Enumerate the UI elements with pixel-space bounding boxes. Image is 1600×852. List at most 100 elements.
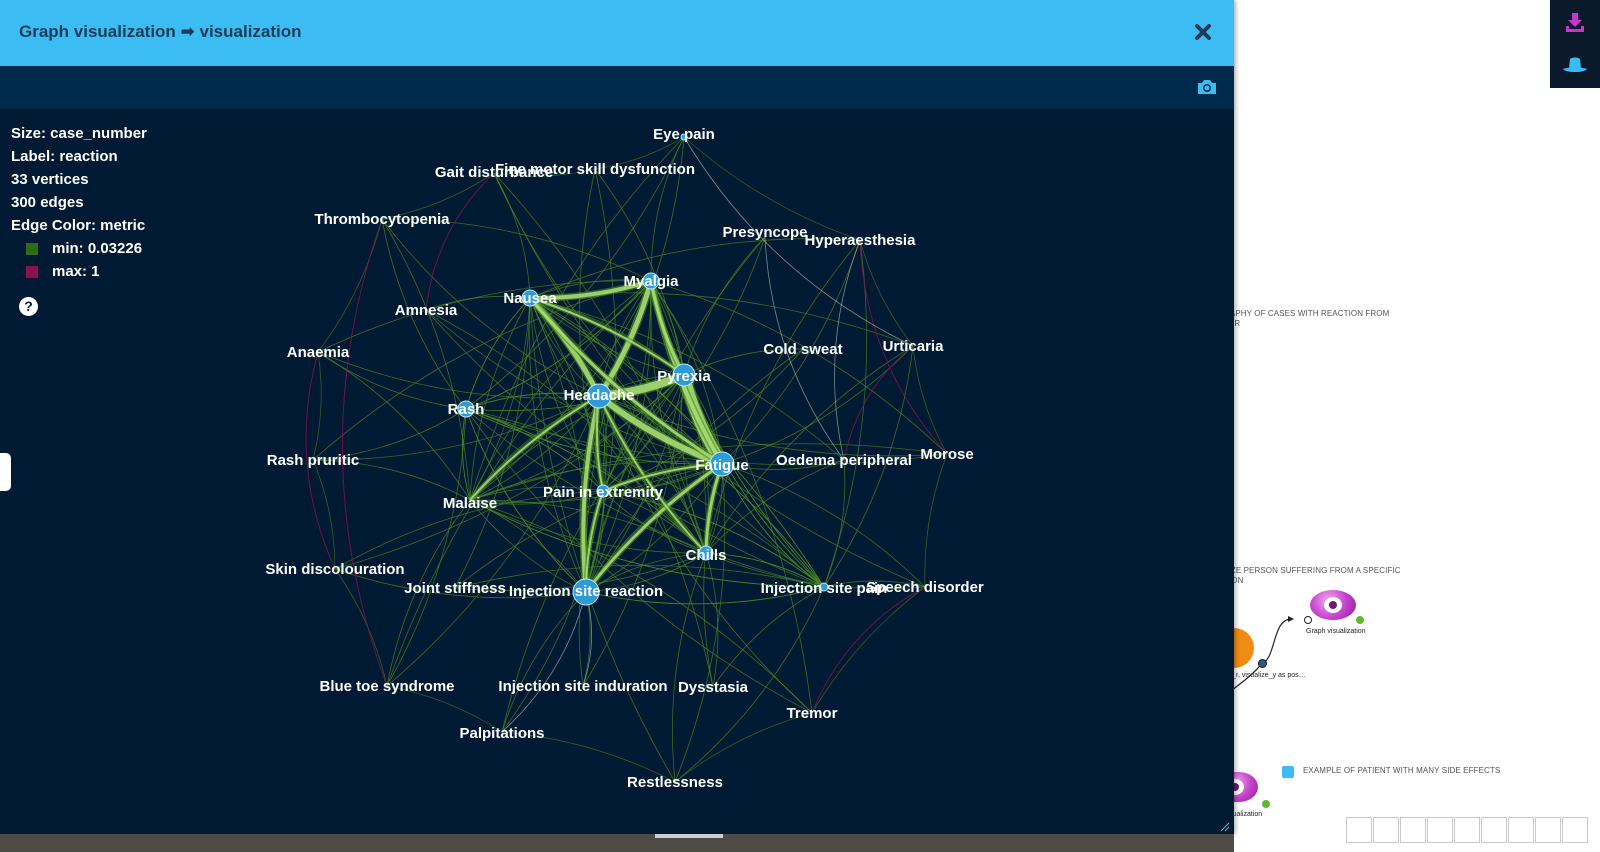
vertex-label[interactable]: Urticaria [883, 338, 945, 355]
graph-edge [317, 351, 471, 501]
legend-max-row: max: 1 [11, 260, 147, 283]
vertex-label[interactable]: Tremor [787, 705, 838, 722]
output-port[interactable] [1262, 800, 1270, 808]
graph-edge [317, 218, 383, 353]
graph-visualization-modal: Graph visualization ➡ visualization Eye … [0, 0, 1234, 834]
graph-canvas[interactable]: Eye pain Fine motor skill dysfunction Gait… [0, 109, 1234, 834]
vertex-label[interactable]: Rash [448, 401, 485, 418]
pager-button[interactable] [1373, 817, 1399, 843]
pager-button[interactable] [1400, 817, 1426, 843]
pager-button[interactable] [1562, 817, 1588, 843]
pager-button[interactable] [1427, 817, 1453, 843]
camera-icon [1198, 80, 1216, 94]
pager-button[interactable] [1481, 817, 1507, 843]
graph-edge [705, 239, 861, 554]
vertex-label[interactable]: Speech disorder [866, 579, 984, 596]
legend: Size: case_number Label: reaction 33 ver… [11, 122, 147, 283]
vertex-label[interactable]: Headache [564, 387, 635, 404]
vertex-label[interactable]: Oedema peripheral [776, 452, 912, 469]
vertex-label[interactable]: Fatigue [695, 457, 748, 474]
eye-pupil [1329, 601, 1337, 609]
workflow-link [1261, 618, 1293, 664]
graph-edge [425, 172, 495, 311]
graph-edge [493, 172, 531, 299]
graph-edge [529, 297, 588, 593]
workflow-note-line: TER [1224, 319, 1389, 329]
vertex-label[interactable]: Joint stiffness [404, 580, 506, 597]
graph-edge [705, 552, 719, 688]
vertex-label[interactable]: Palpitations [459, 725, 544, 742]
pager-button[interactable] [1508, 817, 1534, 843]
legend-edge-color: Edge Color: metric [11, 217, 146, 234]
vertex-label[interactable]: Restlessness [627, 774, 723, 791]
vertex-label[interactable]: Cold sweat [763, 341, 842, 358]
close-icon [1195, 24, 1211, 40]
resize-grip-icon[interactable] [1218, 820, 1230, 832]
graph-edge [823, 239, 868, 588]
graph-edge [650, 136, 685, 282]
vertex-label[interactable]: Amnesia [395, 302, 458, 319]
workflow-note-line: LIZE PERSON SUFFERING FROM A SPECIFIC [1224, 566, 1401, 575]
graph-svg[interactable]: Eye painFine motor skill dysfunctionGait… [0, 109, 1234, 834]
vertex-label[interactable]: Thrombocytopenia [314, 211, 450, 228]
vertex-label[interactable]: Blue toe syndrome [319, 678, 454, 695]
vertex-label[interactable]: Dysstasia [678, 679, 749, 696]
screenshot-button[interactable] [1196, 77, 1218, 97]
modal-header: Graph visualization ➡ visualization [0, 0, 1234, 66]
graph-edge [501, 591, 587, 733]
node-caption: ber_r, visualize_y as pos… [1222, 672, 1306, 679]
vertex-label[interactable]: Injection site induration [498, 678, 667, 695]
graph-edge [469, 499, 587, 593]
footer-handle[interactable] [655, 834, 723, 838]
vertex-label[interactable]: Pyrexia [657, 368, 711, 385]
graph-edge [381, 218, 652, 282]
vertex-label[interactable]: Eye pain [653, 126, 715, 143]
vertex-label[interactable]: Myalgia [623, 273, 679, 290]
hat-icon [1563, 57, 1587, 72]
vertex-label[interactable]: Pain in extremity [543, 484, 664, 501]
arrow-head-icon [1288, 616, 1294, 622]
graph-edge [843, 345, 914, 461]
input-port[interactable] [1304, 616, 1312, 624]
graph-visualization-node[interactable] [1310, 590, 1356, 620]
close-button[interactable] [1190, 18, 1216, 46]
pager-button[interactable] [1454, 817, 1480, 843]
graph-edge [454, 297, 531, 589]
footer-strip [0, 834, 1234, 852]
workflow-note: EXAMPLE OF PATIENT WITH MANY SIDE EFFECT… [1303, 766, 1501, 775]
vertex-label[interactable]: Morose [920, 446, 973, 463]
graph-edge [381, 218, 471, 501]
pager-button[interactable] [1535, 817, 1561, 843]
vertex-label[interactable]: Injection site reaction [509, 583, 663, 600]
graph-edge [334, 568, 388, 687]
legend-min-label: min: 0.03226 [52, 240, 143, 257]
right-toolbar [1550, 0, 1600, 88]
legend-edges: 300 edges [11, 194, 84, 211]
download-button[interactable] [1550, 0, 1600, 44]
side-panel-handle[interactable] [0, 453, 11, 491]
vertex-label[interactable]: Malaise [443, 495, 497, 512]
legend-label: Label: reaction [11, 148, 118, 165]
graph-edge [811, 586, 926, 714]
pager-button[interactable] [1346, 817, 1372, 843]
graph-edge [721, 463, 926, 588]
output-port[interactable] [1356, 616, 1364, 624]
help-button[interactable]: ? [19, 297, 38, 316]
legend-max-label: max: 1 [52, 263, 100, 280]
vertex-label[interactable]: Hyperaesthesia [805, 232, 917, 249]
vertex-label[interactable]: Nausea [503, 290, 557, 307]
hat-button[interactable] [1550, 44, 1600, 88]
vertex-label[interactable]: Rash pruritic [267, 452, 360, 469]
graph-edge [811, 586, 926, 714]
graph-edge [672, 552, 707, 783]
vertex-label[interactable]: Chills [686, 547, 727, 564]
graph-edge [823, 459, 846, 588]
modal-toolbar [0, 66, 1234, 109]
legend-min-row: min: 0.03226 [11, 237, 147, 260]
vertex-label[interactable]: Anaemia [287, 344, 350, 361]
vertex-label[interactable]: Presyncope [722, 224, 807, 241]
modal-title: Graph visualization ➡ visualization [19, 22, 302, 41]
vertex-label[interactable]: Gait disturbance [435, 164, 553, 181]
output-port[interactable] [1258, 659, 1267, 668]
vertex-label[interactable]: Skin discolouration [265, 561, 404, 578]
